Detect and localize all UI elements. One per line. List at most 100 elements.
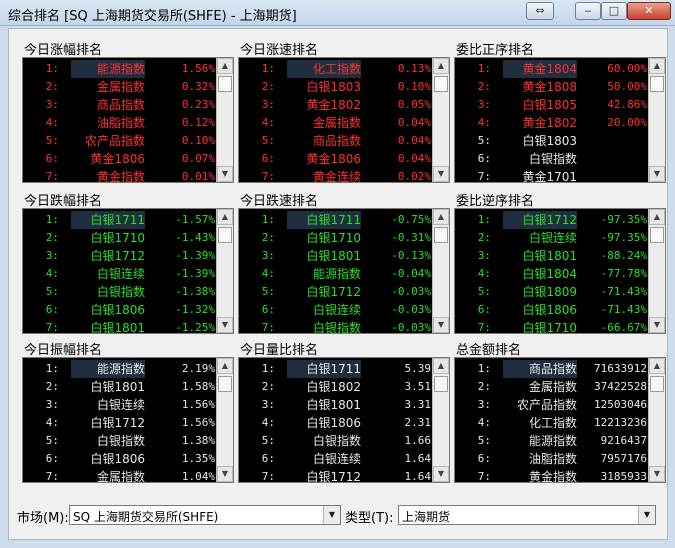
ranking-row[interactable]: 4: 能源指数 -0.04% (239, 265, 433, 283)
ranking-row[interactable]: 7: 白银1712 1.64 (239, 468, 433, 482)
market-dropdown-icon[interactable]: ▼ (323, 506, 340, 524)
ranking-row[interactable]: 2: 白银连续 -97.35% (455, 229, 649, 247)
vertical-scrollbar[interactable]: ▲ ▼ (216, 358, 233, 482)
ranking-row[interactable]: 3: 白银1712 -1.39% (23, 247, 217, 265)
scroll-up-icon[interactable]: ▲ (433, 358, 449, 374)
ranking-row[interactable]: 7: 黄金连续 0.02% (239, 168, 433, 182)
ranking-row[interactable]: 4: 白银1712 1.56% (23, 414, 217, 432)
ranking-row[interactable]: 5: 农产品指数 0.10% (23, 132, 217, 150)
vertical-scrollbar[interactable]: ▲ ▼ (432, 209, 449, 333)
scroll-thumb[interactable] (434, 376, 448, 392)
scroll-up-icon[interactable]: ▲ (649, 58, 665, 74)
ranking-row[interactable]: 2: 白银1710 -0.31% (239, 229, 433, 247)
ranking-row[interactable]: 5: 商品指数 0.04% (239, 132, 433, 150)
ranking-row[interactable]: 6: 黄金1806 0.07% (23, 150, 217, 168)
scroll-down-icon[interactable]: ▼ (217, 466, 233, 482)
type-select[interactable]: 上海期货 ▼ (398, 505, 656, 525)
ranking-row[interactable]: 2: 白银1710 -1.43% (23, 229, 217, 247)
ranking-list[interactable]: 1: 白银1711 5.39 2: 白银1802 3.51 3: 白银1801 3.31 4: 白银… (238, 357, 450, 483)
vertical-scrollbar[interactable]: ▲ ▼ (432, 58, 449, 182)
ranking-list[interactable]: 1: 能源指数 2.19% 2: 白银1801 1.58% 3: 白银连续 1.56% 4: 白银1… (22, 357, 234, 483)
ranking-list[interactable]: 1: 白银1711 -1.57% 2: 白银1710 -1.43% 3: 白银1712 -1.3… (22, 208, 234, 334)
ranking-row[interactable]: 1: 能源指数 1.56% (23, 60, 217, 78)
ranking-row[interactable]: 1: 白银1711 -0.75% (239, 211, 433, 229)
scroll-up-icon[interactable]: ▲ (217, 58, 233, 74)
ranking-row[interactable]: 6: 白银连续 1.64 (239, 450, 433, 468)
vertical-scrollbar[interactable]: ▲ ▼ (648, 209, 665, 333)
ranking-row[interactable]: 4: 白银连续 -1.39% (23, 265, 217, 283)
ranking-row[interactable]: 7: 白银1710 -66.67% (455, 319, 649, 333)
scroll-up-icon[interactable]: ▲ (217, 209, 233, 225)
ranking-row[interactable]: 5: 白银指数 1.66 (239, 432, 433, 450)
ranking-list[interactable]: 1: 商品指数 71633912 2: 金属指数 37422528 3: 农产品指数 12503… (454, 357, 666, 483)
scroll-thumb[interactable] (434, 76, 448, 92)
scroll-thumb[interactable] (650, 227, 664, 243)
ranking-row[interactable]: 5: 白银1809 -71.43% (455, 283, 649, 301)
minimize-button[interactable]: ‒ (575, 2, 601, 20)
scroll-thumb[interactable] (650, 76, 664, 92)
scroll-thumb[interactable] (434, 227, 448, 243)
ranking-row[interactable]: 5: 能源指数 9216437 (455, 432, 649, 450)
ranking-list[interactable]: 1: 化工指数 0.13% 2: 白银1803 0.10% 3: 黄金1802 0.05% 4: 金… (238, 57, 450, 183)
ranking-row[interactable]: 1: 化工指数 0.13% (239, 60, 433, 78)
ranking-row[interactable]: 6: 白银1806 -1.32% (23, 301, 217, 319)
scroll-down-icon[interactable]: ▼ (217, 166, 233, 182)
ranking-row[interactable]: 6: 白银1806 -71.43% (455, 301, 649, 319)
ranking-row[interactable]: 2: 白银1801 1.58% (23, 378, 217, 396)
scroll-down-icon[interactable]: ▼ (649, 166, 665, 182)
ranking-row[interactable]: 7: 白银1801 -1.25% (23, 319, 217, 333)
ranking-row[interactable]: 6: 白银连续 -0.03% (239, 301, 433, 319)
vertical-scrollbar[interactable]: ▲ ▼ (216, 58, 233, 182)
ranking-row[interactable]: 1: 商品指数 71633912 (455, 360, 649, 378)
restore-arrows-button[interactable]: ⇔ (526, 2, 554, 20)
ranking-row[interactable]: 6: 油脂指数 7957176 (455, 450, 649, 468)
scroll-up-icon[interactable]: ▲ (649, 209, 665, 225)
ranking-row[interactable]: 7: 黄金指数 0.01% (23, 168, 217, 182)
ranking-row[interactable]: 1: 白银1711 5.39 (239, 360, 433, 378)
scroll-thumb[interactable] (650, 376, 664, 392)
ranking-row[interactable]: 6: 白银1806 1.35% (23, 450, 217, 468)
scroll-down-icon[interactable]: ▼ (433, 166, 449, 182)
maximize-button[interactable]: □ (601, 2, 627, 20)
ranking-row[interactable]: 4: 化工指数 12213236 (455, 414, 649, 432)
ranking-row[interactable]: 5: 白银1803 (455, 132, 649, 150)
scroll-up-icon[interactable]: ▲ (433, 209, 449, 225)
ranking-row[interactable]: 4: 白银1806 2.31 (239, 414, 433, 432)
vertical-scrollbar[interactable]: ▲ ▼ (648, 58, 665, 182)
ranking-row[interactable]: 7: 金属指数 1.04% (23, 468, 217, 482)
ranking-row[interactable]: 5: 白银指数 1.38% (23, 432, 217, 450)
close-button[interactable]: ✕ (627, 2, 671, 20)
ranking-list[interactable]: 1: 白银1712 -97.35% 2: 白银连续 -97.35% 3: 白银1801 -88.… (454, 208, 666, 334)
ranking-row[interactable]: 5: 白银指数 -1.38% (23, 283, 217, 301)
ranking-row[interactable]: 1: 黄金1804 60.00% (455, 60, 649, 78)
ranking-row[interactable]: 4: 金属指数 0.04% (239, 114, 433, 132)
scroll-up-icon[interactable]: ▲ (433, 58, 449, 74)
scroll-down-icon[interactable]: ▼ (433, 317, 449, 333)
ranking-row[interactable]: 7: 黄金1701 (455, 168, 649, 182)
ranking-row[interactable]: 4: 油脂指数 0.12% (23, 114, 217, 132)
scroll-thumb[interactable] (218, 376, 232, 392)
ranking-row[interactable]: 4: 黄金1802 20.00% (455, 114, 649, 132)
scroll-thumb[interactable] (218, 76, 232, 92)
scroll-down-icon[interactable]: ▼ (649, 466, 665, 482)
ranking-row[interactable]: 3: 农产品指数 12503046 (455, 396, 649, 414)
ranking-row[interactable]: 2: 白银1803 0.10% (239, 78, 433, 96)
ranking-row[interactable]: 3: 白银连续 1.56% (23, 396, 217, 414)
ranking-row[interactable]: 1: 白银1711 -1.57% (23, 211, 217, 229)
vertical-scrollbar[interactable]: ▲ ▼ (648, 358, 665, 482)
ranking-row[interactable]: 3: 白银1801 -88.24% (455, 247, 649, 265)
ranking-row[interactable]: 7: 白银指数 -0.03% (239, 319, 433, 333)
ranking-row[interactable]: 1: 白银1712 -97.35% (455, 211, 649, 229)
ranking-row[interactable]: 3: 黄金1802 0.05% (239, 96, 433, 114)
market-select[interactable]: SQ 上海期货交易所(SHFE) ▼ (69, 505, 341, 525)
type-dropdown-icon[interactable]: ▼ (638, 506, 655, 524)
ranking-row[interactable]: 6: 白银指数 (455, 150, 649, 168)
scroll-down-icon[interactable]: ▼ (649, 317, 665, 333)
vertical-scrollbar[interactable]: ▲ ▼ (216, 209, 233, 333)
scroll-up-icon[interactable]: ▲ (649, 358, 665, 374)
ranking-list[interactable]: 1: 黄金1804 60.00% 2: 黄金1808 50.00% 3: 白银1805 42.8… (454, 57, 666, 183)
ranking-row[interactable]: 1: 能源指数 2.19% (23, 360, 217, 378)
ranking-row[interactable]: 2: 白银1802 3.51 (239, 378, 433, 396)
ranking-list[interactable]: 1: 能源指数 1.56% 2: 金属指数 0.32% 3: 商品指数 0.23% 4: 油脂指数 0… (22, 57, 234, 183)
scroll-down-icon[interactable]: ▼ (433, 466, 449, 482)
